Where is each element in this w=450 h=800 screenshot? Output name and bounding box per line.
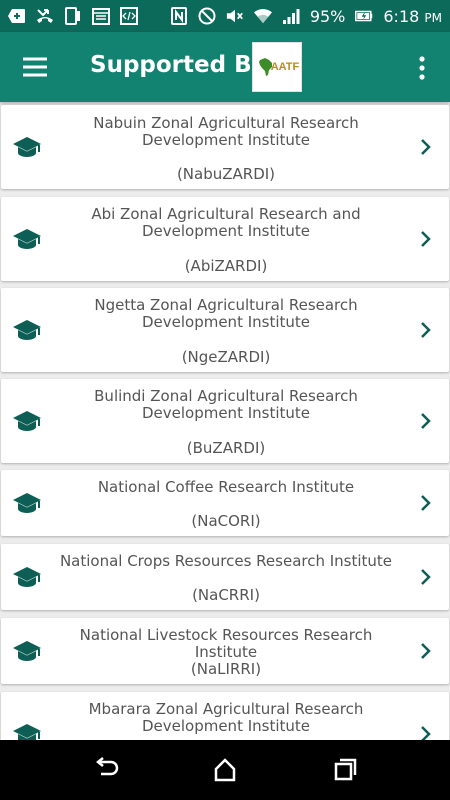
institute-abbr: (NaCRRI) (192, 586, 260, 604)
institute-abbr: (BuZARDI) (186, 439, 266, 457)
overflow-menu-button[interactable] (412, 55, 432, 81)
back-button[interactable] (90, 755, 120, 785)
institute-name: National Crops Resources Research Instit… (59, 552, 393, 570)
nfc-icon (170, 7, 188, 25)
graduation-cap-icon (13, 137, 41, 157)
time-ampm: PM (424, 10, 442, 25)
battery-percent: 95% (309, 6, 346, 26)
list-item[interactable]: Nabuin Zonal Agricultural Research Devel… (1, 105, 449, 189)
more-vert-icon (419, 56, 425, 80)
institute-abbr: (NaLIRRI) (190, 660, 262, 678)
add-icon (8, 7, 26, 25)
list-item[interactable]: Mbarara Zonal Agricultural Research Deve… (1, 692, 449, 740)
calendar-icon (92, 7, 110, 25)
status-bar-left (8, 7, 138, 25)
list-item[interactable]: Bulindi Zonal Agricultural Research Deve… (1, 379, 449, 463)
graduation-cap-icon (13, 229, 41, 249)
chevron-right-icon (421, 231, 431, 247)
chevron-right-icon (421, 643, 431, 659)
back-arrow-icon (95, 757, 119, 776)
phone-icon (64, 7, 82, 25)
chevron-right-icon (421, 569, 431, 585)
battery-charging-icon (355, 7, 373, 25)
list-item[interactable]: Abi Zonal Agricultural Research and Deve… (1, 197, 449, 281)
graduation-cap-icon (13, 641, 41, 661)
graduation-cap-icon (13, 493, 41, 513)
list-item[interactable]: Ngetta Zonal Agricultural Research Devel… (1, 288, 449, 372)
code-icon (120, 7, 138, 25)
page-title: Supported By (90, 52, 267, 78)
wifi-icon (253, 7, 272, 25)
graduation-cap-icon (13, 567, 41, 587)
chevron-right-icon (421, 413, 431, 429)
recents-button[interactable] (331, 755, 361, 785)
menu-button[interactable] (22, 54, 48, 80)
chevron-right-icon (421, 322, 431, 338)
graduation-cap-icon (13, 724, 41, 740)
mute-icon (226, 7, 244, 25)
recent-apps-icon (334, 758, 357, 781)
logo-text: AATF (270, 61, 300, 73)
institute-name: National Coffee Research Institute (97, 478, 355, 496)
institute-abbr: (NabuZARDI) (176, 165, 276, 183)
institute-name: Nabuin Zonal Agricultural Research Devel… (93, 114, 359, 149)
chevron-right-icon (421, 726, 431, 740)
time-value: 6:18 (383, 6, 420, 26)
institute-abbr: (NgeZARDI) (181, 348, 271, 366)
app-bar: Supported By AATF (0, 32, 450, 102)
institute-abbr: (AbiZARDI) (184, 257, 268, 275)
institute-abbr: (NaCORI) (191, 512, 261, 530)
home-button[interactable] (210, 755, 240, 785)
hamburger-menu-icon (23, 57, 47, 77)
list-item[interactable]: National Livestock Resources Research In… (1, 618, 449, 684)
list-item[interactable]: National Crops Resources Research Instit… (1, 544, 449, 610)
missed-call-icon (36, 7, 54, 25)
institute-list: Nabuin Zonal Agricultural Research Devel… (0, 104, 450, 740)
signal-icon (282, 7, 300, 25)
status-bar-right: 95% 6:18 PM (170, 7, 442, 26)
chevron-right-icon (421, 139, 431, 155)
chevron-right-icon (421, 495, 431, 511)
aatf-logo: AATF (252, 42, 302, 92)
institute-name: Bulindi Zonal Agricultural Research Deve… (94, 387, 358, 422)
status-bar: 95% 6:18 PM (0, 0, 450, 32)
institute-name: National Livestock Resources Research In… (79, 626, 373, 661)
institute-name: Abi Zonal Agricultural Research and Deve… (91, 205, 361, 240)
graduation-cap-icon (13, 320, 41, 340)
do-not-disturb-icon (198, 7, 216, 25)
status-time: 6:18 PM (383, 7, 442, 26)
graduation-cap-icon (13, 411, 41, 431)
institute-name: Mbarara Zonal Agricultural Research Deve… (88, 700, 364, 735)
home-icon (214, 758, 236, 782)
list-item[interactable]: National Coffee Research Institute (NaCO… (1, 470, 449, 536)
navigation-bar (0, 740, 450, 800)
institute-name: Ngetta Zonal Agricultural Research Devel… (94, 296, 358, 331)
